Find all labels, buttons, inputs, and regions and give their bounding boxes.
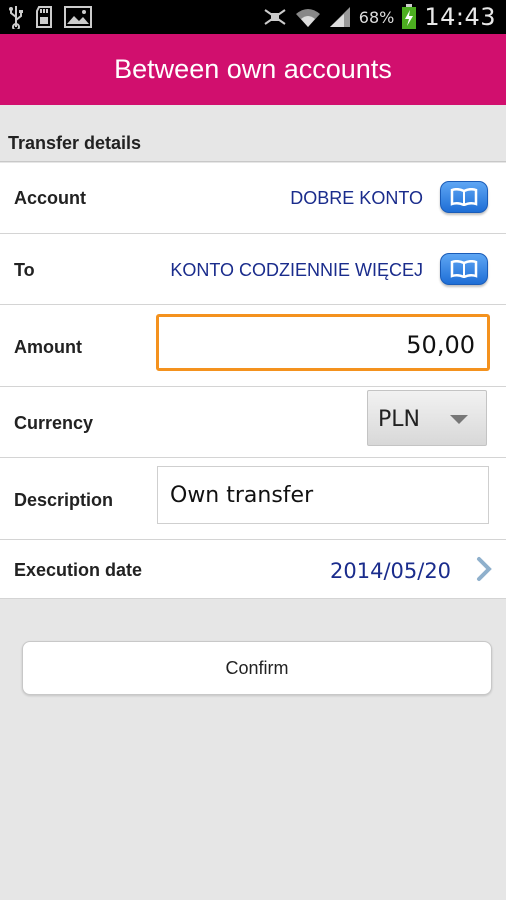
section-title: Transfer details [8, 133, 142, 153]
amount-input[interactable]: 50,00 [156, 314, 490, 371]
to-label: To [14, 260, 35, 280]
book-icon [450, 188, 478, 206]
description-value: Own transfer [170, 483, 314, 508]
account-picker-button[interactable] [440, 181, 488, 213]
description-input[interactable]: Own transfer [157, 466, 489, 524]
to-picker-button[interactable] [440, 253, 488, 285]
description-label: Description [14, 490, 114, 510]
battery-percent: 68% [358, 7, 395, 27]
amount-value: 50,00 [406, 331, 475, 359]
image-icon [64, 6, 92, 28]
currency-label: Currency [14, 413, 94, 433]
status-bar: 68% 14:43 [0, 0, 506, 34]
currency-select[interactable]: PLN [367, 390, 487, 446]
account-row[interactable]: Account DOBRE KONTO [0, 163, 506, 234]
battery-icon [402, 4, 417, 29]
status-left-icons [8, 4, 92, 30]
page-title: Between own accounts [114, 54, 392, 84]
confirm-button[interactable]: Confirm [22, 641, 492, 695]
usb-icon [9, 6, 23, 29]
mute-icon [264, 9, 286, 25]
title-bar: Between own accounts [0, 34, 506, 105]
wifi-icon [295, 9, 320, 27]
section-header: Transfer details [0, 105, 506, 162]
signal-icon [329, 7, 350, 27]
book-icon [450, 260, 478, 278]
execution-date-label: Execution date [14, 560, 143, 580]
execution-date-value[interactable]: 2014/05/20 [330, 559, 451, 583]
account-label: Account [14, 188, 86, 208]
account-value[interactable]: DOBRE KONTO [290, 188, 423, 209]
sd-card-icon [36, 6, 52, 28]
confirm-button-label: Confirm [225, 657, 289, 678]
currency-value: PLN [378, 407, 420, 432]
clock: 14:43 [424, 3, 496, 31]
to-row[interactable]: To KONTO CODZIENNIE WIĘCEJ [0, 234, 506, 305]
to-value[interactable]: KONTO CODZIENNIE WIĘCEJ [170, 260, 423, 281]
status-right-icons: 68% 14:43 [262, 3, 496, 31]
dropdown-caret-icon [450, 415, 468, 424]
amount-label: Amount [14, 337, 82, 357]
chevron-right-icon[interactable] [474, 556, 494, 582]
